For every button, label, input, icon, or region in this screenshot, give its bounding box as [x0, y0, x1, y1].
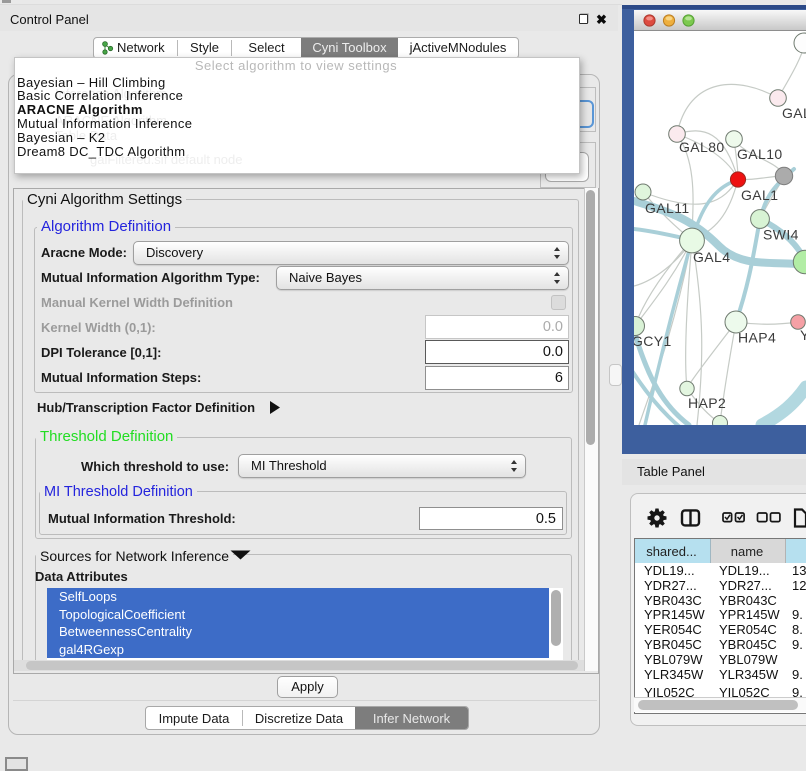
svg-text:HAP2: HAP2 [688, 395, 726, 411]
svg-text:Y: Y [800, 327, 806, 343]
svg-text:GAL1: GAL1 [741, 187, 778, 203]
svg-text:SWI4: SWI4 [763, 227, 799, 243]
svg-text:GAL80: GAL80 [679, 139, 725, 155]
svg-text:HAP4: HAP4 [738, 330, 776, 346]
svg-text:GAL4: GAL4 [693, 249, 730, 265]
svg-text:GAL10: GAL10 [737, 146, 783, 162]
svg-text:GAL7: GAL7 [782, 105, 806, 121]
svg-text:GCY1: GCY1 [634, 333, 672, 349]
svg-text:GAL11: GAL11 [645, 200, 690, 216]
